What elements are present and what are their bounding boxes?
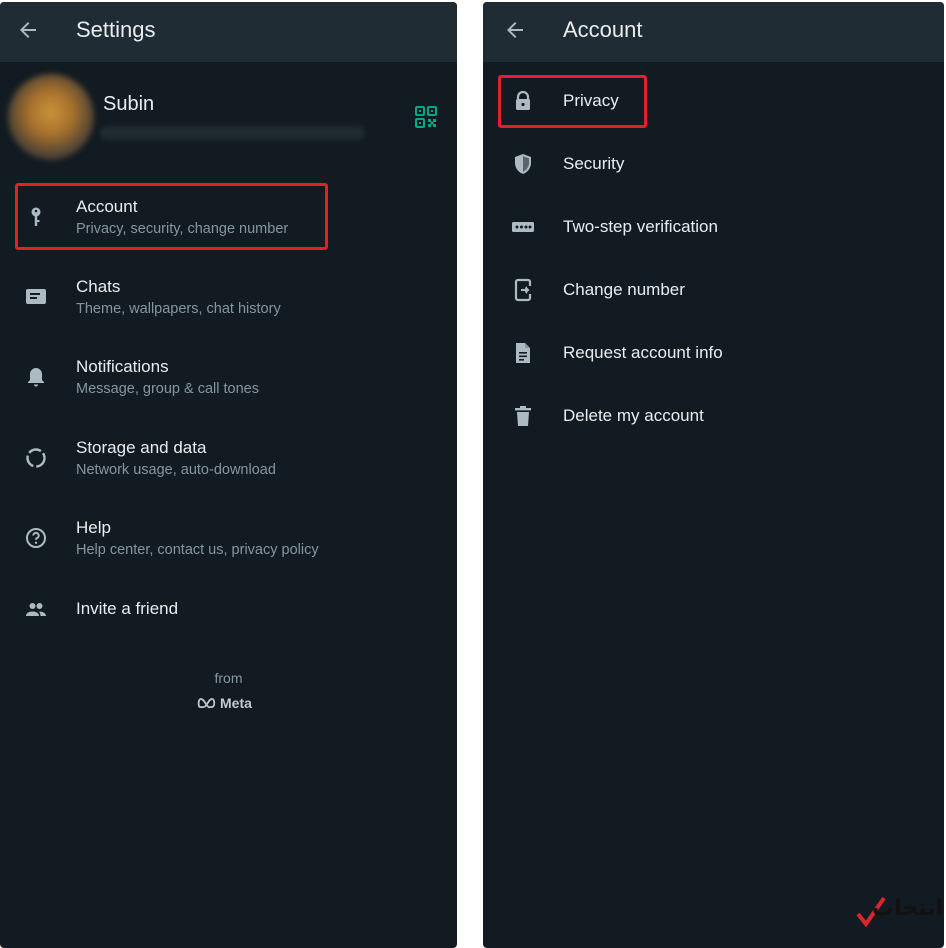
- page-title: Settings: [76, 17, 156, 42]
- account-item-label: Change number: [563, 280, 685, 299]
- help-icon: [26, 528, 46, 548]
- meta-logo: Meta: [197, 694, 252, 712]
- settings-screen: Settings Subin Account Privacy, security…: [0, 2, 457, 948]
- settings-item-subtitle: Help center, contact us, privacy policy: [76, 542, 319, 558]
- settings-item-invite[interactable]: Invite a friend: [0, 589, 457, 639]
- account-item-label: Security: [563, 154, 625, 173]
- account-item-change-number[interactable]: Change number: [483, 265, 944, 315]
- settings-item-label: Storage and data: [76, 438, 207, 457]
- settings-item-label: Chats: [76, 277, 121, 296]
- phone-transfer-icon: [514, 278, 532, 302]
- chat-icon: [26, 289, 46, 304]
- account-item-label: Request account info: [563, 343, 723, 362]
- qr-code-icon[interactable]: [414, 105, 438, 129]
- profile-about-blurred: [100, 126, 365, 140]
- settings-item-help[interactable]: Help Help center, contact us, privacy po…: [0, 508, 457, 578]
- settings-item-chats[interactable]: Chats Theme, wallpapers, chat history: [0, 267, 457, 337]
- storage-icon: [26, 448, 46, 468]
- trash-icon: [515, 406, 531, 426]
- account-item-two-step[interactable]: Two-step verification: [483, 202, 944, 252]
- settings-item-label: Invite a friend: [76, 599, 179, 618]
- settings-item-storage[interactable]: Storage and data Network usage, auto-dow…: [0, 428, 457, 498]
- settings-item-label: Notifications: [76, 357, 169, 376]
- account-item-request-info[interactable]: Request account info: [483, 328, 944, 378]
- account-screen: Account Privacy Security Two-step verifi…: [483, 2, 944, 948]
- highlight-box: [15, 183, 328, 250]
- people-icon: [26, 603, 46, 616]
- dots-icon: [512, 222, 534, 232]
- back-arrow-icon[interactable]: [16, 18, 40, 42]
- account-header: Account: [483, 2, 944, 62]
- bell-icon: [28, 368, 44, 387]
- page-title: Account: [563, 17, 643, 42]
- settings-item-subtitle: Message, group & call tones: [76, 381, 259, 397]
- settings-item-subtitle: Network usage, auto-download: [76, 462, 276, 478]
- watermark-text: انتخاب: [872, 896, 944, 921]
- meta-infinity-icon: [197, 698, 216, 709]
- account-item-label: Delete my account: [563, 406, 704, 425]
- settings-item-subtitle: Theme, wallpapers, chat history: [76, 301, 281, 317]
- highlight-box: [498, 75, 647, 128]
- account-item-security[interactable]: Security: [483, 139, 944, 189]
- settings-item-label: Help: [76, 518, 111, 537]
- footer-from: from: [214, 670, 243, 686]
- settings-header: Settings: [0, 2, 457, 62]
- document-icon: [516, 343, 530, 363]
- account-item-delete[interactable]: Delete my account: [483, 391, 944, 441]
- account-item-label: Two-step verification: [563, 217, 718, 236]
- avatar[interactable]: [8, 74, 94, 160]
- meta-brand: Meta: [220, 695, 252, 711]
- settings-item-notifications[interactable]: Notifications Message, group & call tone…: [0, 347, 457, 417]
- shield-icon: [515, 154, 531, 174]
- back-arrow-icon[interactable]: [503, 18, 527, 42]
- profile-name: Subin: [103, 93, 155, 115]
